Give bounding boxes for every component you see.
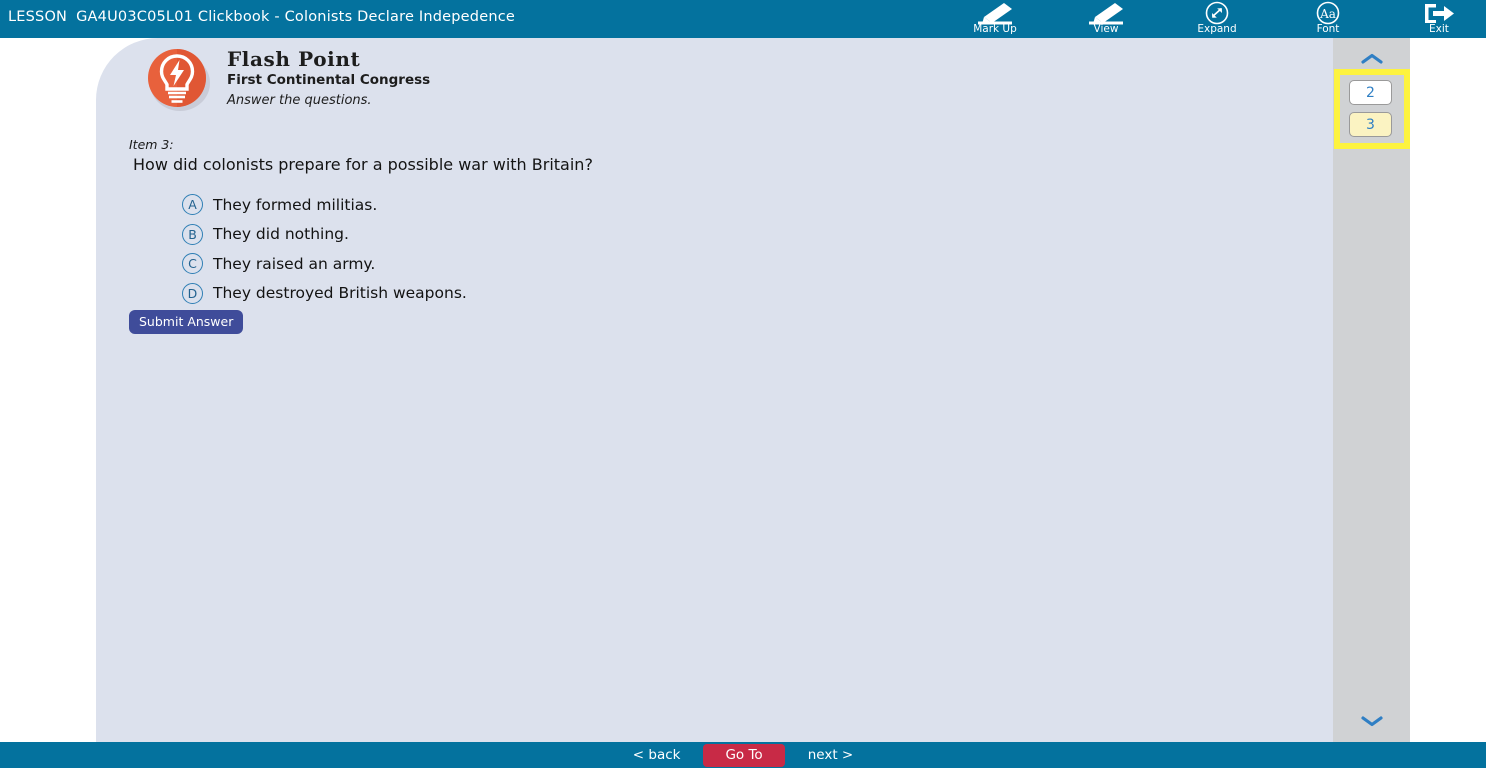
option-letter-b[interactable]: B (182, 223, 203, 245)
option-letter-a[interactable]: A (182, 194, 203, 216)
page-button-3[interactable]: 3 (1349, 112, 1392, 137)
flash-point-title: Flash Point (227, 47, 361, 71)
lightbulb-flash-icon (143, 44, 213, 114)
lesson-title-label: GA4U03C05L01 Clickbook - Colonists Decla… (76, 9, 515, 25)
option-text-d: They destroyed British weapons. (213, 284, 467, 303)
page-button-list: 2 3 (1349, 80, 1394, 137)
scroll-down-button[interactable] (1333, 706, 1410, 736)
back-link[interactable]: < back (633, 747, 681, 763)
flash-point-text-block: Flash Point First Continental Congress A… (227, 48, 430, 109)
option-text-a: They formed militias. (213, 195, 378, 214)
lesson-breadcrumb: LESSON GA4U03C05L01 Clickbook - Colonists… (8, 9, 515, 25)
tool-expand[interactable]: Expand (1180, 0, 1254, 38)
tool-font[interactable]: Aa Font (1291, 0, 1365, 38)
navigation-controls: < back Go To next > (0, 742, 1486, 768)
expand-arrows-icon (1180, 0, 1254, 24)
tool-exit-label: Exit (1429, 23, 1449, 35)
tool-view[interactable]: View (1069, 0, 1143, 38)
next-link[interactable]: next > (808, 747, 854, 763)
option-letter-c[interactable]: C (182, 253, 203, 275)
tool-exit[interactable]: Exit (1402, 0, 1476, 38)
option-text-b: They did nothing. (213, 225, 349, 244)
tool-font-label: Font (1316, 23, 1340, 35)
lesson-player-window: LESSON GA4U03C05L01 Clickbook - Colonists… (0, 0, 1486, 768)
answer-option-c[interactable]: C They raised an army. (182, 249, 467, 279)
answer-option-a[interactable]: A They formed militias. (182, 190, 467, 220)
question-prompt: How did colonists prepare for a possible… (133, 155, 593, 174)
chevron-up-icon (1360, 50, 1383, 69)
lesson-word-label: LESSON (8, 9, 68, 25)
top-toolbar: LESSON GA4U03C05L01 Clickbook - Colonists… (0, 0, 1486, 38)
flash-point-subtitle: First Continental Congress (227, 72, 431, 88)
font-size-icon: Aa (1291, 0, 1365, 24)
highlighter-icon (1069, 0, 1143, 24)
exit-door-icon (1402, 0, 1476, 24)
tool-mark-up-label: Mark Up (973, 23, 1017, 35)
answer-option-b[interactable]: B They did nothing. (182, 220, 467, 250)
answer-options-list: A They formed militias. B They did nothi… (182, 190, 467, 308)
option-text-c: They raised an army. (213, 254, 376, 273)
submit-answer-button[interactable]: Submit Answer (129, 310, 244, 334)
bottom-navigation-bar: < back Go To next > (0, 742, 1486, 768)
lesson-content-panel: Flash Point First Continental Congress A… (96, 38, 1333, 742)
item-number-label: Item 3: (129, 137, 174, 152)
go-to-button[interactable]: Go To (703, 743, 785, 767)
page-button-2[interactable]: 2 (1349, 80, 1392, 105)
option-letter-d[interactable]: D (182, 282, 203, 304)
marker-pen-icon (958, 0, 1032, 24)
flash-point-header: Flash Point First Continental Congress A… (96, 38, 1333, 146)
svg-text:Aa: Aa (1319, 7, 1336, 21)
tool-mark-up[interactable]: Mark Up (958, 0, 1032, 38)
tool-expand-label: Expand (1197, 23, 1237, 35)
tool-view-label: View (1093, 23, 1119, 35)
chevron-down-icon (1360, 712, 1383, 731)
answer-option-d[interactable]: D They destroyed British weapons. (182, 279, 467, 309)
flash-point-instruction: Answer the questions. (227, 93, 372, 108)
